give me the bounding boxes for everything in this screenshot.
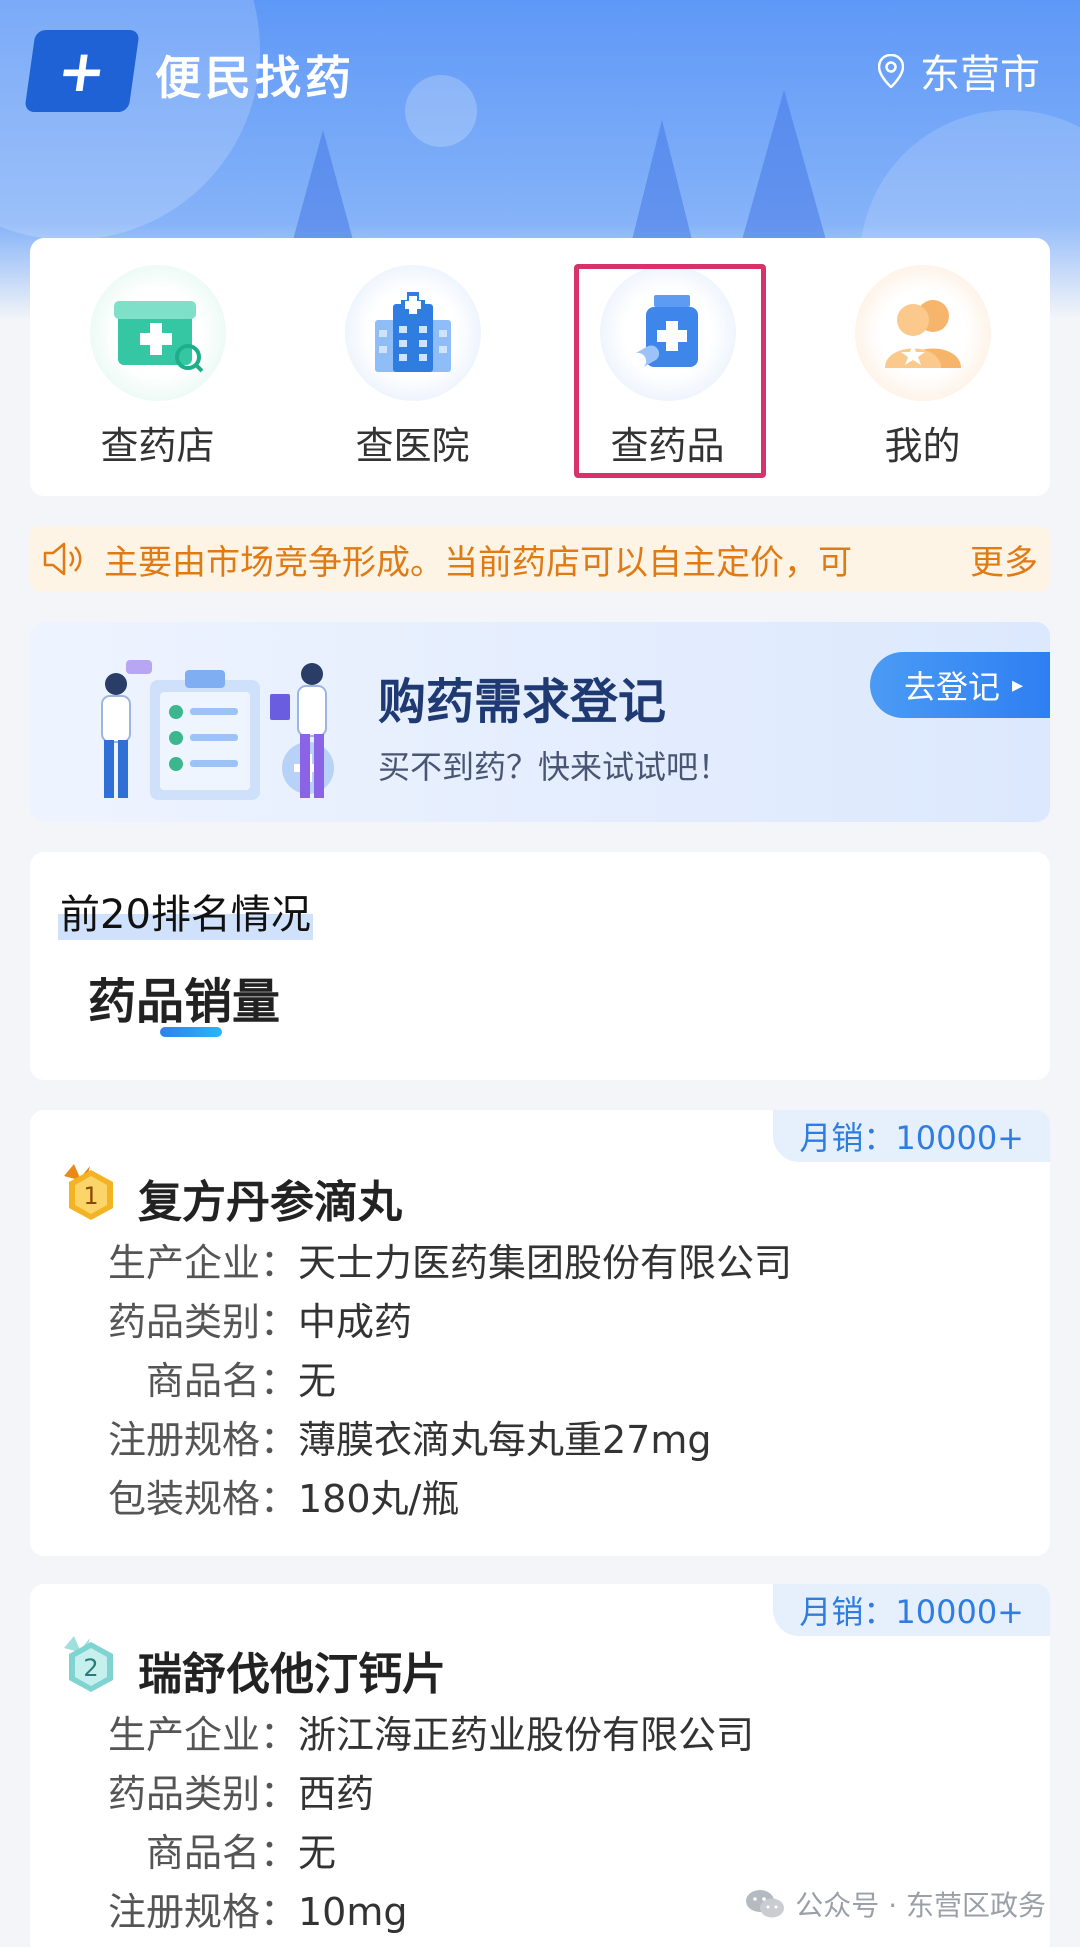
- chevron-right-icon: ▸: [1012, 672, 1024, 698]
- registration-illustration: [101, 660, 334, 800]
- nav-item-pharmacy[interactable]: 查药店: [58, 264, 258, 470]
- ranking-title: 前20排名情况: [58, 882, 313, 940]
- field-value: 无: [298, 1831, 337, 1875]
- active-tab-indicator: [160, 1027, 222, 1037]
- field-value: 西药: [298, 1772, 375, 1816]
- decor-triangle: [293, 130, 353, 240]
- rank-medal-icon: 2: [64, 1636, 113, 1692]
- decor-bubble: [405, 75, 477, 147]
- field-label: 生产企业：: [107, 1241, 298, 1285]
- app-title: 便民找药: [155, 51, 355, 105]
- rank-number: 2: [83, 1654, 98, 1682]
- watermark: 公众号 · 东营区政务: [745, 1884, 1046, 1924]
- field-label: 商品名：: [145, 1831, 298, 1875]
- hospital-icon: [344, 264, 481, 401]
- drug-info: 生产企业： 浙江海正药业股份有限公司 药品类别： 西药 商品名：无 注册规格： 10m…: [98, 1706, 754, 1942]
- monthly-sales-badge: 月销：10000+: [773, 1110, 1050, 1162]
- notice-text: 主要由市场竞争形成。当前药店可以自主定价，可: [104, 542, 852, 583]
- tab-drug-sales[interactable]: 药品销量: [88, 962, 280, 1032]
- field-label: 药品类别：: [107, 1300, 298, 1344]
- nav-item-mine[interactable]: 我的: [823, 264, 1023, 470]
- field-value: 中成药: [298, 1300, 413, 1344]
- rank-number: 1: [83, 1182, 98, 1210]
- nav-label: 查医院: [355, 423, 470, 468]
- rank-medal-icon: 1: [64, 1164, 113, 1220]
- field-value: 浙江海正药业股份有限公司: [298, 1713, 755, 1757]
- city-selector[interactable]: 东营市: [878, 42, 1040, 100]
- field-value: 180丸/瓶: [298, 1477, 460, 1521]
- decor-triangle: [632, 120, 692, 240]
- speaker-icon: [43, 542, 82, 576]
- register-button[interactable]: 去登记 ▸: [870, 652, 1050, 718]
- field-value: 无: [298, 1359, 337, 1403]
- banner-subtitle: 买不到药？快来试试吧！: [378, 748, 731, 786]
- notice-bar[interactable]: 主要由市场竞争形成。当前药店可以自主定价，可 更多: [30, 526, 1050, 592]
- drug-name: 瑞舒伐他汀钙片: [138, 1649, 446, 1700]
- notice-more-link[interactable]: 更多: [970, 535, 1038, 584]
- field-label: 包装规格：: [107, 1477, 298, 1521]
- field-label: 注册规格：: [107, 1890, 298, 1934]
- field-label: 药品类别：: [107, 1772, 298, 1816]
- highlight-frame: [574, 264, 766, 478]
- banner-title: 购药需求登记: [378, 674, 667, 730]
- field-value: 天士力医药集团股份有限公司: [298, 1241, 793, 1285]
- drug-info: 生产企业： 天士力医药集团股份有限公司 药品类别： 中成药 商品名：无 注册规格：薄…: [98, 1234, 792, 1529]
- nav-label: 我的: [884, 423, 961, 468]
- watermark-text: 公众号 · 东营区政务: [795, 1889, 1046, 1922]
- field-value: 薄膜衣滴丸每丸重27mg: [298, 1418, 712, 1462]
- field-label: 生产企业：: [107, 1713, 298, 1757]
- location-pin-icon: [878, 54, 904, 88]
- nav-label: 查药店: [100, 423, 215, 468]
- monthly-sales-badge: 月销：10000+: [773, 1584, 1050, 1636]
- field-value: 10mg: [298, 1890, 408, 1934]
- drug-card[interactable]: 月销：10000+ 1 复方丹参滴丸 生产企业： 天士力医药集团股份有限公司 药品…: [30, 1110, 1050, 1556]
- pharmacy-icon: [89, 264, 226, 401]
- user-profile-icon: [854, 264, 991, 401]
- field-label: 注册规格：: [107, 1418, 298, 1462]
- field-label: 商品名：: [145, 1359, 298, 1403]
- register-button-label: 去登记: [904, 668, 1001, 706]
- app-logo-icon: +: [24, 30, 140, 112]
- city-name: 东营市: [920, 52, 1040, 98]
- ranking-section: 前20排名情况 药品销量: [30, 852, 1050, 1080]
- decor-triangle: [742, 90, 826, 240]
- purchase-demand-banner[interactable]: 购药需求登记 买不到药？快来试试吧！ 去登记 ▸: [30, 622, 1050, 822]
- drug-name: 复方丹参滴丸: [138, 1177, 402, 1228]
- wechat-icon: [746, 1890, 785, 1918]
- nav-item-hospital[interactable]: 查医院: [313, 264, 513, 470]
- main-nav: 查药店 查医院 查药品 我的: [30, 238, 1050, 496]
